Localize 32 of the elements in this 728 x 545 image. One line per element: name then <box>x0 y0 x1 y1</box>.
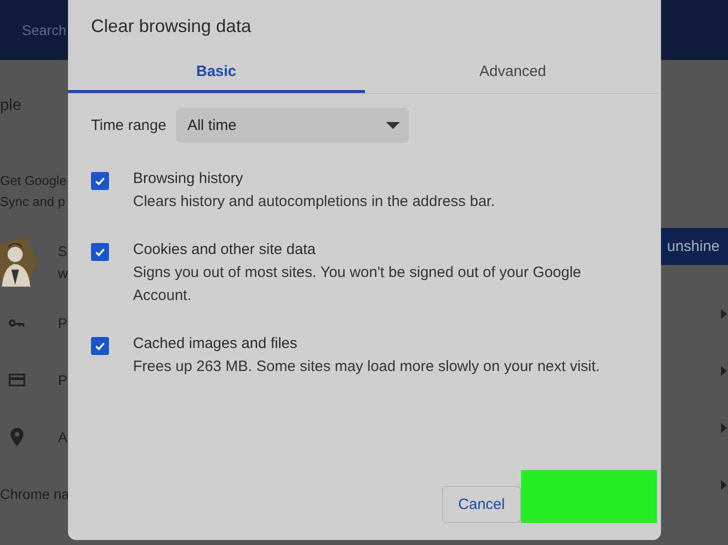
caret-icon <box>386 122 400 129</box>
menu-item-label: P <box>58 372 68 388</box>
checkbox[interactable] <box>91 337 109 355</box>
checkbox[interactable] <box>91 172 109 190</box>
option-title: Browsing history <box>133 170 244 187</box>
section-title: ple <box>0 97 22 115</box>
header-bar <box>661 0 728 60</box>
tab[interactable]: Basic <box>68 55 364 93</box>
section-heading: Chrome na <box>0 486 70 502</box>
option-title: Cookies and other site data <box>133 241 317 258</box>
menu-item-label: A <box>58 428 68 444</box>
option-description: Frees up 263 MB. Some sites may load more slowly on your next visit. <box>133 357 601 377</box>
dialog-title: Clear browsing data <box>91 16 252 37</box>
search-field[interactable]: Search <box>0 0 68 60</box>
option-title: Cached images and files <box>133 335 298 352</box>
checkbox[interactable] <box>91 243 109 261</box>
option-description: Signs you out of most sites. You won't be signed out of your Google Account. <box>133 263 582 306</box>
time-range-dropdown[interactable]: All time <box>176 108 410 143</box>
chevron-icon <box>721 366 727 376</box>
sync-description: Sync and p <box>0 194 66 209</box>
chevron-icon <box>721 423 727 433</box>
profile-email: w <box>58 265 68 281</box>
option-description: Clears history and autocompletions in the address bar. <box>133 192 496 212</box>
time-range-label: Time range <box>91 117 166 134</box>
profile-name: S <box>58 243 68 259</box>
cancel-button[interactable]: Cancel <box>442 486 521 523</box>
chevron-icon <box>721 480 727 490</box>
sync-title: Get Google <box>0 173 68 188</box>
tab[interactable]: Advanced <box>364 55 661 93</box>
menu-item-label: P <box>58 314 68 330</box>
chevron-icon <box>721 309 727 319</box>
profile-banner: unshine <box>661 228 728 265</box>
